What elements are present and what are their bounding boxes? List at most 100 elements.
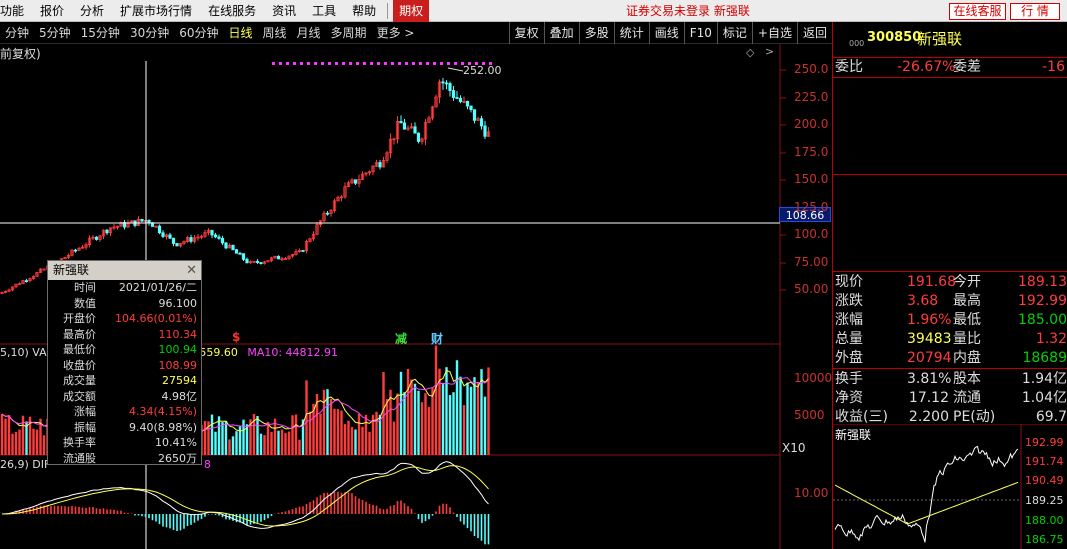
volume-bar [399, 371, 403, 455]
menu-item-1[interactable]: 报价 [32, 0, 72, 22]
volume-bar [466, 382, 469, 455]
candle-body [147, 219, 151, 224]
diamond-icon[interactable]: ◇ [746, 46, 754, 59]
tab-period-8[interactable]: 多周期 [326, 22, 372, 44]
stat-label2: 量比 [953, 331, 981, 347]
tool-button-2[interactable]: 多股 [578, 22, 614, 44]
tab-period-6[interactable]: 周线 [258, 22, 292, 44]
candle-body [171, 237, 176, 244]
menu-item-4[interactable]: 在线服务 [200, 0, 264, 22]
volume-bar [280, 429, 284, 455]
weidiff-label: 委差 [953, 59, 981, 75]
tooltip-row: 流通股 2650万 [48, 451, 201, 467]
marker-dot [279, 62, 282, 65]
tool-button-5[interactable]: F10 [683, 22, 717, 44]
volume-bar [221, 422, 224, 455]
volume-bar [396, 393, 399, 455]
online-service-button[interactable]: 在线客服 [949, 3, 1006, 20]
ask-row [835, 98, 1067, 117]
volume-bar [431, 387, 434, 455]
volume-bar [473, 377, 476, 455]
volume-bar [347, 420, 350, 455]
chart-toolbar: 分钟 5分钟 15分钟 30分钟 60分钟 日线 周线 月线 多周期 更多 > 复权 叠加 多股 统计画… [0, 22, 832, 44]
candle-body [224, 242, 228, 249]
candle-body [217, 236, 221, 239]
stat-value2: 18689 [1022, 350, 1067, 366]
quote-button[interactable]: 行 情 [1010, 3, 1060, 20]
marker-dot [398, 62, 401, 65]
tool-button-7[interactable]: +自选 [751, 22, 797, 44]
tool-button-8[interactable]: 返回 [796, 22, 832, 44]
tab-period-7[interactable]: 月线 [292, 22, 326, 44]
close-icon[interactable]: ✕ [186, 261, 197, 280]
tool-button-3[interactable]: 统计 [613, 22, 649, 44]
volume-bar [18, 429, 21, 455]
tooltip-value: 4.98亿 [161, 389, 198, 403]
tool-button-1[interactable]: 叠加 [543, 22, 579, 44]
menu-item-5[interactable]: 资讯 [264, 0, 304, 22]
mini-price-line [834, 445, 1019, 543]
marker-dot [321, 62, 324, 65]
tool-button-0[interactable]: 复权 [508, 22, 544, 44]
tooltip-key: 流通股 [63, 451, 96, 465]
tab-period-1[interactable]: 5分钟 [34, 22, 76, 44]
price-axis-label: 150.0 [794, 172, 829, 186]
volume-bar [375, 411, 378, 455]
tab-period-4[interactable]: 60分钟 [174, 22, 223, 44]
tooltip-value: 108.99 [158, 358, 198, 372]
volume-bar [364, 414, 368, 455]
tab-period-5[interactable]: 日线 [224, 22, 258, 44]
volume-bar [231, 436, 235, 455]
tooltip-key: 换手率 [63, 436, 96, 449]
volume-axis-5000: 5000 [794, 408, 825, 422]
volume-bar [382, 371, 385, 455]
tooltip-row: 收盘价 108.99 [48, 358, 201, 374]
info-value: 17.12 [908, 390, 949, 406]
mini-avg-line [834, 481, 1019, 525]
candle-body [175, 243, 179, 247]
weidiff-value: -16 [1042, 59, 1065, 75]
tab-period-0[interactable]: 分钟 [0, 22, 34, 44]
tab-period-3[interactable]: 30分钟 [125, 22, 174, 44]
tool-button-4[interactable]: 画线 [648, 22, 684, 44]
signal-marker: 减 [395, 332, 408, 346]
menu-item-options[interactable]: 期权 [393, 0, 430, 22]
tooltip-key: 最低价 [63, 343, 96, 356]
marker-dot [272, 62, 275, 65]
tool-button-6[interactable]: 标记 [716, 22, 752, 44]
tab-period-2[interactable]: 15分钟 [76, 22, 125, 44]
menu-bar: 功能 报价 分析 扩展市场行情 在线服务 资讯 工具 帮助 期权 [0, 0, 1067, 22]
volume-bar [469, 386, 473, 455]
chevron-right-icon[interactable]: > [765, 45, 774, 58]
mini-axis-label: 192.99 [1025, 436, 1064, 449]
marker-dot [454, 62, 457, 65]
weibi-label: 委比 [835, 59, 863, 75]
candle-body [94, 236, 99, 240]
price-axis-label: 125.0 [794, 200, 829, 214]
menu-item-3[interactable]: 扩展市场行情 [112, 0, 200, 22]
candle-body [168, 234, 172, 239]
tab-period-9[interactable]: 更多 > [372, 22, 420, 44]
volume-bar [445, 367, 448, 455]
menu-item-6[interactable]: 工具 [304, 0, 344, 22]
volume-bar [361, 426, 364, 455]
volume-bar [32, 428, 35, 455]
menu-separator [387, 2, 389, 19]
candle-body [444, 82, 449, 85]
tooltip-rows: 时间 2021/01/26/二 数值 96.100 开盘价 104.66(0.01%) 最高… [48, 280, 201, 466]
volume-bar [434, 345, 438, 455]
marker-dot [335, 62, 338, 65]
candle-body [472, 109, 477, 121]
menu-item-2[interactable]: 分析 [72, 0, 112, 22]
menu-item-7[interactable]: 帮助 [344, 0, 384, 22]
marker-dot [391, 62, 394, 65]
candle-body [157, 225, 162, 234]
candle-body [213, 234, 218, 238]
ask-row [835, 79, 1067, 98]
bid-row [835, 233, 1067, 252]
volume-bar [235, 431, 238, 455]
tooltip-title: 新强联 ✕ [48, 261, 201, 280]
login-status: 证券交易未登录 新强联 [626, 4, 750, 18]
menu-item-0[interactable]: 功能 [0, 0, 32, 22]
marker-dot [370, 62, 373, 65]
